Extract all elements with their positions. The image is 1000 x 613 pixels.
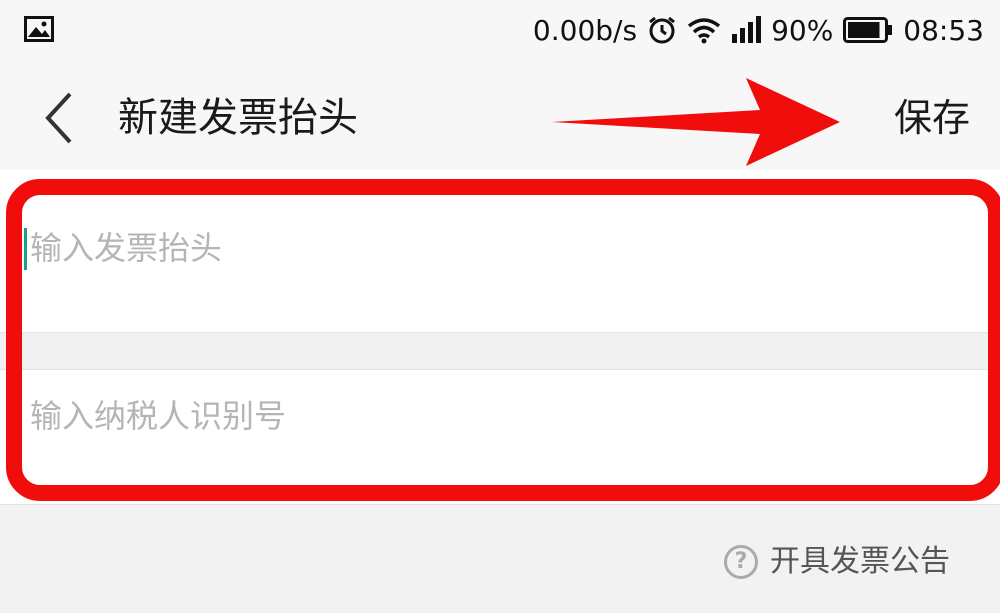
field-divider <box>0 333 1000 370</box>
alarm-icon <box>649 16 675 44</box>
status-indicators: 0.00b/s 90% 08:53 <box>533 10 984 50</box>
clock: 08:53 <box>903 13 984 47</box>
invoice-title-field[interactable]: 输入发票抬头 <box>0 170 1000 333</box>
back-button[interactable] <box>34 88 84 148</box>
chevron-left-icon <box>45 92 72 144</box>
app-header: 新建发票抬头 保存 <box>0 60 1000 172</box>
tax-id-field[interactable]: 输入纳税人识别号 <box>0 370 1000 505</box>
gallery-icon <box>24 16 54 42</box>
invoice-notice-link[interactable]: ? 开具发票公告 <box>724 540 950 584</box>
invoice-title-input[interactable]: 输入发票抬头 <box>30 226 222 270</box>
battery-icon <box>843 17 893 43</box>
page-title: 新建发票抬头 <box>118 95 358 141</box>
wifi-icon <box>687 18 721 44</box>
help-circle-icon: ? <box>724 545 758 579</box>
text-cursor <box>24 228 27 270</box>
invoice-form: 输入发票抬头 输入纳税人识别号 <box>0 170 1000 505</box>
annotation-arrow <box>552 78 840 166</box>
battery-percent: 90% <box>771 13 834 47</box>
save-button[interactable]: 保存 <box>894 90 970 146</box>
status-bar: 0.00b/s 90% 08:53 <box>0 0 1000 60</box>
tax-id-input[interactable]: 输入纳税人识别号 <box>30 394 286 438</box>
signal-icon <box>732 16 762 43</box>
network-speed: 0.00b/s <box>532 13 638 47</box>
invoice-notice-label: 开具发票公告 <box>770 544 950 579</box>
